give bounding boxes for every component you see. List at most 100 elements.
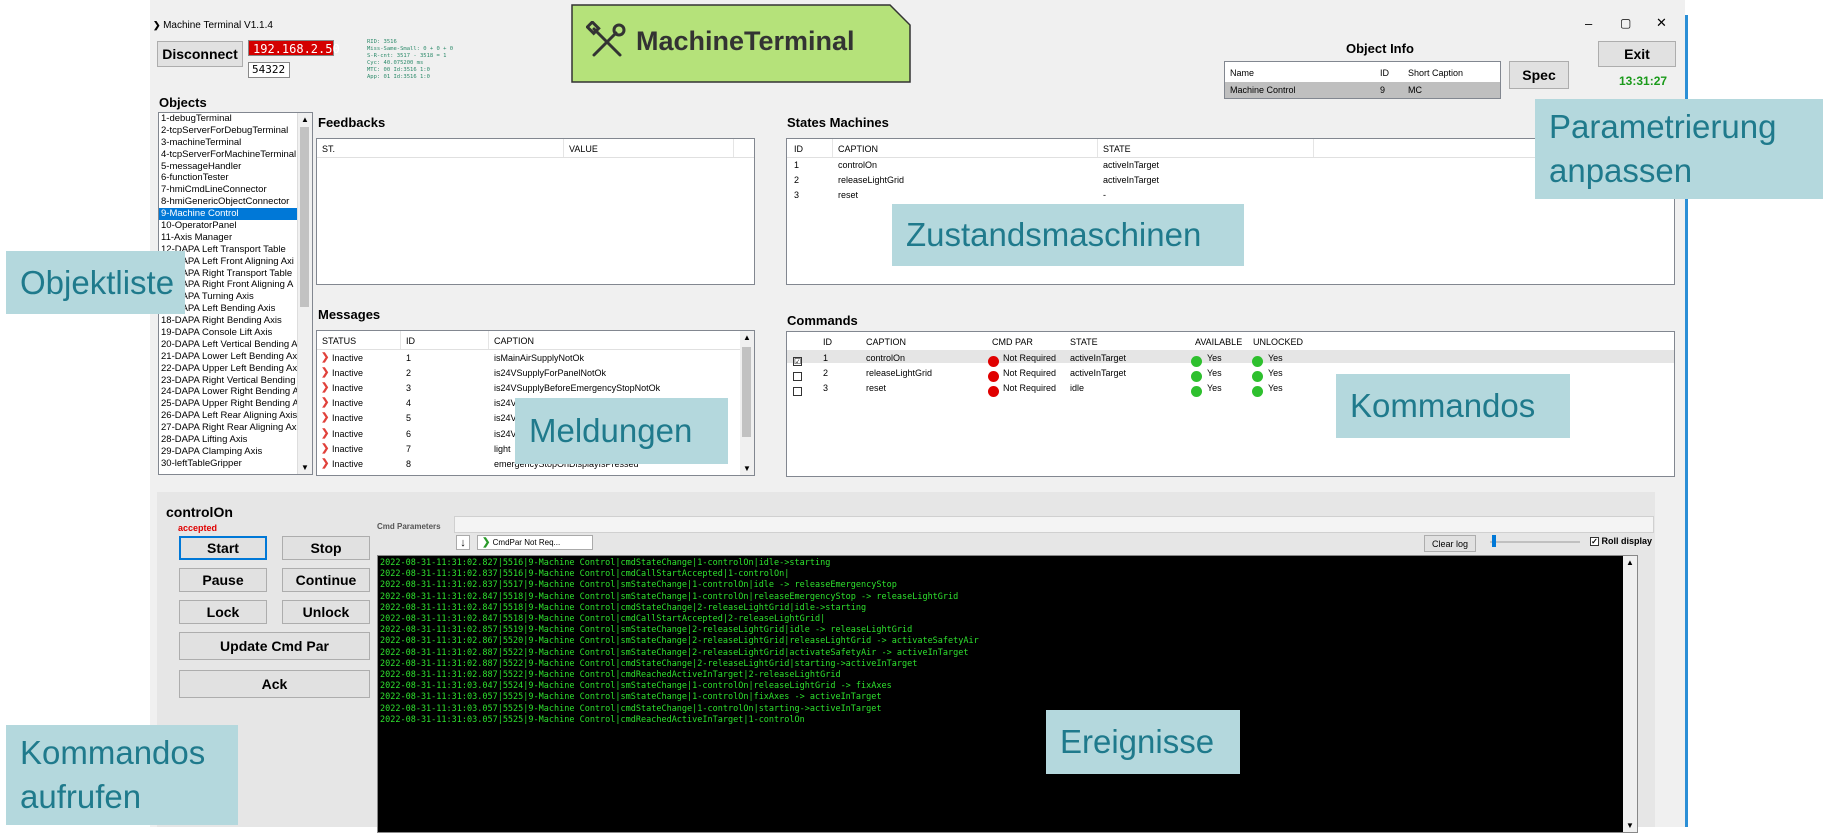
object-list-item[interactable]: 8-hmiGenericObjectConnector <box>159 196 297 208</box>
message-row[interactable]: ❯ Inactive 1 isMainAirSupplyNotOk <box>317 352 737 366</box>
feedbacks-table[interactable]: ST. VALUE <box>316 138 755 285</box>
command-checkbox[interactable] <box>793 372 802 382</box>
event-log[interactable]: 2022-08-31-11:31:02.827|5516|9-Machine C… <box>377 555 1638 833</box>
ip-field[interactable]: 192.168.2.50 <box>248 40 340 56</box>
stop-button[interactable]: Stop <box>282 536 370 560</box>
objects-scrollbar[interactable]: ▲ ▼ <box>297 113 312 474</box>
object-list-item[interactable]: 10-OperatorPanel <box>159 220 297 232</box>
message-status: Inactive <box>332 383 364 394</box>
pause-button[interactable]: Pause <box>179 568 267 592</box>
command-checkbox[interactable] <box>793 387 802 397</box>
green-status-icon <box>1252 356 1263 368</box>
log-slider-track[interactable] <box>1490 541 1580 543</box>
object-list-item[interactable]: 2-tcpServerForDebugTerminal <box>159 125 297 137</box>
clear-log-button[interactable]: Clear log <box>1424 535 1476 552</box>
object-list-item[interactable]: 28-DAPA Lifting Axis <box>159 434 297 446</box>
object-list-item[interactable]: 9-Machine Control <box>159 208 297 221</box>
message-id: 4 <box>406 398 412 409</box>
update-cmd-par-button[interactable]: Update Cmd Par <box>179 632 370 660</box>
close-button[interactable]: ✕ <box>1656 15 1667 31</box>
cmd-par-value: CmdPar Not Req... <box>492 538 561 547</box>
object-list-item[interactable]: 20-DAPA Left Vertical Bending A <box>159 339 297 351</box>
log-slider-thumb[interactable] <box>1492 535 1496 547</box>
object-list-item[interactable]: 23-DAPA Right Vertical Bending <box>159 375 297 387</box>
annotation-line: Kommandos <box>20 734 206 771</box>
command-checkbox[interactable]: ☑ <box>793 357 802 367</box>
port-field[interactable]: 54322 <box>248 62 290 78</box>
commands-title: Commands <box>787 313 858 328</box>
scroll-down-icon[interactable]: ▼ <box>301 463 309 472</box>
annotation-kommandos-aufrufen: Kommandos aufrufen <box>6 725 238 825</box>
roll-display-checkbox[interactable]: ✓ <box>1590 537 1599 547</box>
arrow-down-icon[interactable]: ↓ <box>456 535 470 550</box>
maximize-button[interactable]: ▢ <box>1620 16 1631 30</box>
cmd-par-dropdown[interactable]: ❯ CmdPar Not Req... <box>477 535 593 550</box>
object-list-item[interactable]: 19-DAPA Console Lift Axis <box>159 327 297 339</box>
status-chevron-icon: ❯ <box>321 457 330 469</box>
annotation-objektliste: Objektliste <box>6 251 185 314</box>
cmd-params-field[interactable] <box>454 516 1654 533</box>
object-list-item[interactable]: 27-DAPA Right Rear Aligning Ax <box>159 422 297 434</box>
lock-button[interactable]: Lock <box>179 600 267 624</box>
command-caption: reset <box>866 383 887 393</box>
state-caption: reset <box>838 190 859 200</box>
spec-button[interactable]: Spec <box>1509 61 1569 89</box>
message-status: Inactive <box>332 398 364 409</box>
object-list-item[interactable]: 21-DAPA Lower Left Bending Ax <box>159 351 297 363</box>
disconnect-button[interactable]: Disconnect <box>157 41 243 67</box>
log-line: 2022-08-31-11:31:02.847|5518|9-Machine C… <box>380 614 826 625</box>
scroll-down-icon[interactable]: ▼ <box>1626 821 1634 830</box>
log-scrollbar[interactable]: ▲ ▼ <box>1623 556 1637 832</box>
state-value: activeInTarget <box>1103 160 1160 170</box>
object-info-row[interactable]: Machine Control 9 MC <box>1225 82 1500 98</box>
scroll-up-icon[interactable]: ▲ <box>743 333 751 342</box>
object-list-item[interactable]: 11-Axis Manager <box>159 232 297 244</box>
object-list-item[interactable]: 4-tcpServerForMachineTerminal <box>159 149 297 161</box>
message-status: Inactive <box>332 353 364 363</box>
object-list-item[interactable]: 5-messageHandler <box>159 161 297 173</box>
continue-button[interactable]: Continue <box>282 568 370 592</box>
object-list-item[interactable]: 3-machineTerminal <box>159 137 297 149</box>
object-list-item[interactable]: 22-DAPA Upper Left Bending Ax <box>159 363 297 375</box>
clock: 13:31:27 <box>1619 74 1668 88</box>
divider <box>733 139 734 157</box>
exit-button[interactable]: Exit <box>1598 41 1676 67</box>
status-chevron-icon: ❯ <box>321 352 330 363</box>
state-id: 1 <box>794 160 800 170</box>
scroll-thumb[interactable] <box>742 347 751 437</box>
object-list-item[interactable]: 29-DAPA Clamping Axis <box>159 446 297 458</box>
command-row[interactable]: ☑ 1 controlOn Not Required activeInTarget Yes… <box>787 352 1667 368</box>
message-row[interactable]: ❯ Inactive 3 is24VSupplyBeforeEmergencyStop… <box>317 382 737 396</box>
object-list-item[interactable]: 30-leftTableGripper <box>159 458 297 470</box>
message-id: 7 <box>406 443 412 454</box>
object-list-item[interactable]: 25-DAPA Upper Right Bending A <box>159 398 297 410</box>
object-list-item[interactable]: 24-DAPA Lower Right Bending A <box>159 386 297 398</box>
ack-button[interactable]: Ack <box>179 670 370 698</box>
connection-status: RID: 3516 Miss-Same-Small: 0 + 0 + 0 S-R… <box>367 39 453 81</box>
states-col-state: STATE <box>1103 144 1131 154</box>
log-line: 2022-08-31-11:31:02.847|5518|9-Machine C… <box>380 602 867 613</box>
scroll-up-icon[interactable]: ▲ <box>301 115 309 124</box>
minimize-button[interactable]: – <box>1585 16 1592 31</box>
object-list-item[interactable]: 7-hmiCmdLineConnector <box>159 184 297 196</box>
roll-display-toggle[interactable]: ✓ Roll display <box>1590 536 1653 547</box>
scroll-up-icon[interactable]: ▲ <box>1626 558 1634 567</box>
message-id: 8 <box>406 458 412 469</box>
log-line: 2022-08-31-11:31:03.057|5525|9-Machine C… <box>380 714 805 725</box>
start-button[interactable]: Start <box>179 536 267 560</box>
object-list-item[interactable]: 6-functionTester <box>159 172 297 184</box>
cmd-status: accepted <box>178 523 218 533</box>
object-info-title: Object Info <box>1346 41 1414 56</box>
object-list-item[interactable]: 1-debugTerminal <box>159 113 297 125</box>
scroll-thumb[interactable] <box>300 127 309 307</box>
states-col-caption: CAPTION <box>838 144 879 154</box>
messages-scrollbar[interactable]: ▲ ▼ <box>740 331 754 475</box>
object-list-item[interactable]: 18-DAPA Right Bending Axis <box>159 315 297 327</box>
scroll-down-icon[interactable]: ▼ <box>743 464 751 473</box>
roll-display-label: Roll display <box>1601 536 1653 546</box>
message-row[interactable]: ❯ Inactive 2 is24VSupplyForPanelNotOk <box>317 367 737 381</box>
unlock-button[interactable]: Unlock <box>282 600 370 624</box>
object-list-item[interactable]: 26-DAPA Left Rear Aligning Axis <box>159 410 297 422</box>
annotation-meldungen: Meldungen <box>515 398 728 464</box>
message-caption: isMainAirSupplyNotOk <box>494 353 585 363</box>
